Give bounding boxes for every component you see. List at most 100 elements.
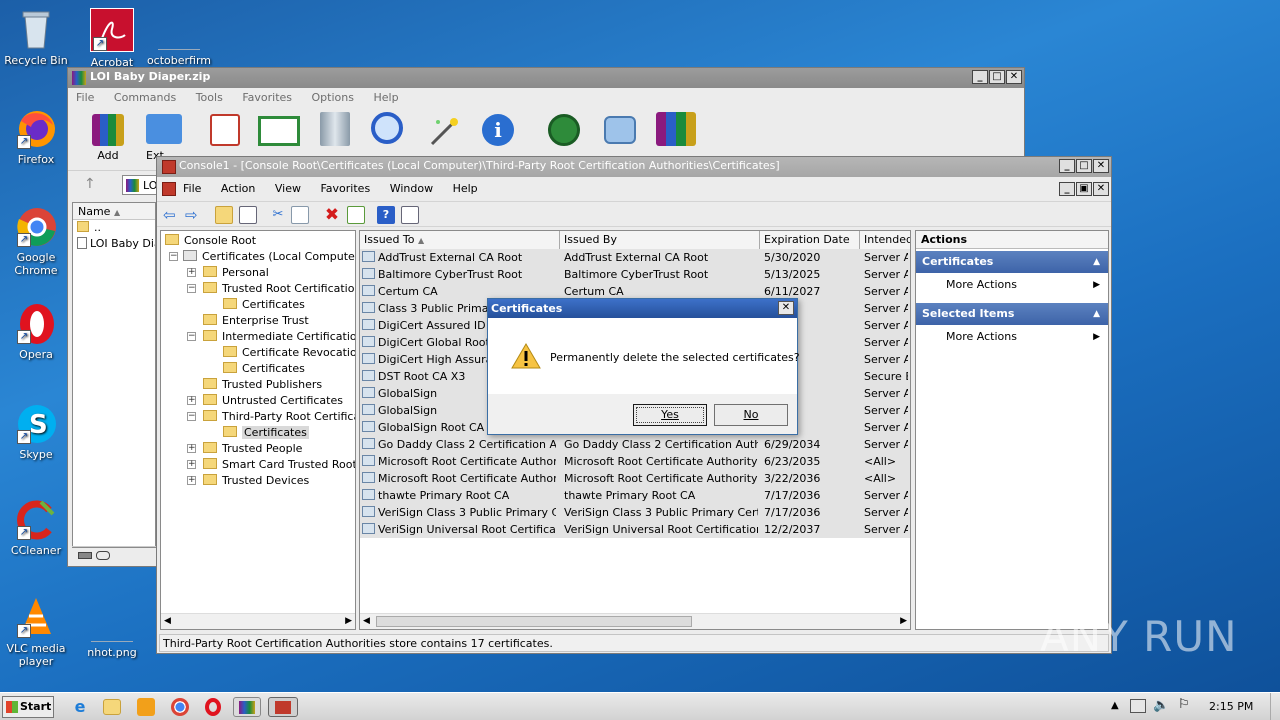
expand-icon[interactable]: + (187, 460, 196, 469)
desktop-icon-acrobat[interactable]: ↗ Acrobat (77, 8, 147, 69)
tree-hscrollbar[interactable]: ◀ ▶ (161, 613, 355, 629)
collapse-icon[interactable]: − (187, 284, 196, 293)
expand-icon[interactable]: + (187, 268, 196, 277)
winrar-file-list[interactable]: Name ▲ .. LOI Baby Dia (72, 202, 156, 548)
collapse-icon[interactable]: − (187, 332, 196, 341)
column-expiration-date[interactable]: Expiration Date (760, 231, 860, 249)
table-row[interactable]: thawte Primary Root CA thawte Primary Roo… (360, 487, 910, 504)
mmc-titlebar[interactable]: Console1 - [Console Root\Certificates (L… (157, 157, 1111, 177)
test-icon[interactable] (210, 114, 240, 146)
opera-taskbar-icon[interactable] (205, 698, 221, 716)
key-icon[interactable] (96, 551, 110, 560)
tree-item-third-party-root[interactable]: Third-Party Root Certificati (203, 409, 355, 425)
copy-icon[interactable] (291, 206, 309, 224)
tray-expand-icon[interactable]: ▲ (1111, 700, 1119, 711)
minimize-button[interactable]: _ (1059, 159, 1075, 173)
menu-favorites[interactable]: Favorites (242, 91, 292, 104)
show-desktop-button[interactable] (1270, 693, 1280, 720)
show-hide-tree-icon[interactable] (239, 206, 257, 224)
tree-item-untrusted[interactable]: Untrusted Certificates (203, 393, 343, 409)
winrar-titlebar[interactable]: LOI Baby Diaper.zip _ □ ✕ (68, 68, 1024, 88)
desktop-icon-chrome[interactable]: ↗ Google Chrome (1, 205, 71, 277)
tray-network-icon[interactable] (1130, 699, 1146, 713)
delete-icon[interactable]: ✖ (323, 206, 341, 224)
more-actions-selected[interactable]: More Actions ▶ (916, 325, 1108, 349)
wizard-wand-icon[interactable] (428, 116, 462, 146)
info-icon[interactable]: i (482, 114, 514, 146)
tree-item-certificates[interactable]: Certificates (223, 361, 305, 377)
tree-item-console-root[interactable]: Console Root (165, 233, 256, 249)
desktop-icon-vlc[interactable]: ↗ VLC media player (1, 596, 71, 668)
column-intended[interactable]: Intended (860, 231, 910, 249)
child-minimize-button[interactable]: _ (1059, 182, 1075, 196)
menu-help[interactable]: Help (453, 182, 478, 195)
tree-item-trusted-root[interactable]: Trusted Root Certification A (203, 281, 355, 297)
delete-confirm-dialog[interactable]: Certificates ✕ Permanently delete the se… (487, 298, 800, 435)
maximize-button[interactable]: □ (1076, 159, 1092, 173)
virusscan-icon[interactable] (548, 114, 580, 146)
tree-item-enterprise-trust[interactable]: Enterprise Trust (203, 313, 309, 329)
minimize-button[interactable]: _ (972, 70, 988, 84)
scroll-right-icon[interactable]: ▶ (345, 616, 352, 626)
desktop-icon-firefox[interactable]: ↗ Firefox (1, 107, 71, 166)
collapse-up-icon[interactable]: ▲ (1093, 303, 1100, 325)
menu-favorites[interactable]: Favorites (320, 182, 370, 195)
collapse-up-icon[interactable]: ▲ (1093, 251, 1100, 273)
table-row[interactable]: Go Daddy Class 2 Certification Au... Go D… (360, 436, 910, 453)
tree-item-intermediate[interactable]: Intermediate Certification A (203, 329, 355, 345)
table-row[interactable]: Microsoft Root Certificate Authori... Mic… (360, 470, 910, 487)
view-book-icon[interactable] (258, 116, 300, 146)
tree-item-smart-card[interactable]: Smart Card Trusted Roots (203, 457, 355, 473)
list-item[interactable]: .. (73, 220, 155, 236)
sfx-icon[interactable] (656, 112, 696, 146)
desktop-icon-octoberfirm[interactable]: octoberfirm (144, 8, 214, 67)
scroll-left-icon[interactable]: ◀ (363, 616, 370, 626)
find-magnifier-icon[interactable] (371, 112, 403, 144)
list-hscrollbar[interactable]: ◀ ▶ (360, 613, 910, 629)
mmc-taskbar-button[interactable] (268, 697, 298, 717)
add-button[interactable]: Add (90, 114, 126, 162)
desktop-icon-recycle-bin[interactable]: Recycle Bin (1, 8, 71, 67)
desktop-icon-opera[interactable]: ↗ Opera (1, 302, 71, 361)
maximize-button[interactable]: □ (989, 70, 1005, 84)
table-row[interactable]: VeriSign Class 3 Public Primary Cer... Ve… (360, 504, 910, 521)
more-actions-certificates[interactable]: More Actions ▶ (916, 273, 1108, 297)
extract-button[interactable]: Ext (146, 114, 182, 162)
back-arrow-icon[interactable]: ⇦ (163, 206, 181, 224)
actions-section-certificates[interactable]: Certificates ▲ (916, 251, 1108, 273)
actions-section-selected-items[interactable]: Selected Items ▲ (916, 303, 1108, 325)
ie-taskbar-icon[interactable]: e (69, 697, 91, 717)
menu-commands[interactable]: Commands (114, 91, 176, 104)
child-restore-button[interactable]: ▣ (1076, 182, 1092, 196)
scroll-right-icon[interactable]: ▶ (900, 616, 907, 626)
column-issued-to[interactable]: Issued To ▲ (360, 231, 560, 249)
yes-button[interactable]: Yes (633, 404, 707, 426)
menu-view[interactable]: View (275, 182, 301, 195)
collapse-icon[interactable]: − (187, 412, 196, 421)
menu-tools[interactable]: Tools (196, 91, 223, 104)
child-close-button[interactable]: ✕ (1093, 182, 1109, 196)
close-button[interactable]: ✕ (778, 301, 794, 315)
up-arrow-icon[interactable]: ↑ (84, 176, 96, 192)
help-icon[interactable]: ? (377, 206, 395, 224)
tree-pane[interactable]: Console Root − Certificates (Local Compu… (160, 230, 356, 630)
tree-item-certificates[interactable]: Certificates (223, 297, 305, 313)
tree-item-personal[interactable]: Personal (203, 265, 269, 281)
comment-icon[interactable] (604, 116, 636, 144)
menu-options[interactable]: Options (312, 91, 354, 104)
column-name-header[interactable]: Name ▲ (73, 203, 155, 220)
chrome-taskbar-icon[interactable] (171, 698, 189, 716)
scroll-left-icon[interactable]: ◀ (164, 616, 171, 626)
menu-window[interactable]: Window (390, 182, 433, 195)
close-button[interactable]: ✕ (1006, 70, 1022, 84)
table-row[interactable]: AddTrust External CA Root AddTrust Extern… (360, 249, 910, 266)
tree-item-trusted-people[interactable]: Trusted People (203, 441, 302, 457)
menu-file[interactable]: File (76, 91, 94, 104)
media-player-taskbar-icon[interactable] (137, 698, 155, 716)
dialog-titlebar[interactable]: Certificates ✕ (488, 299, 797, 318)
drive-icon[interactable] (78, 552, 92, 559)
table-row[interactable]: Microsoft Root Certificate Authori... Mic… (360, 453, 910, 470)
tree-item-trusted-devices[interactable]: Trusted Devices (203, 473, 309, 489)
show-action-pane-icon[interactable] (401, 206, 419, 224)
winrar-taskbar-button[interactable] (233, 697, 261, 717)
